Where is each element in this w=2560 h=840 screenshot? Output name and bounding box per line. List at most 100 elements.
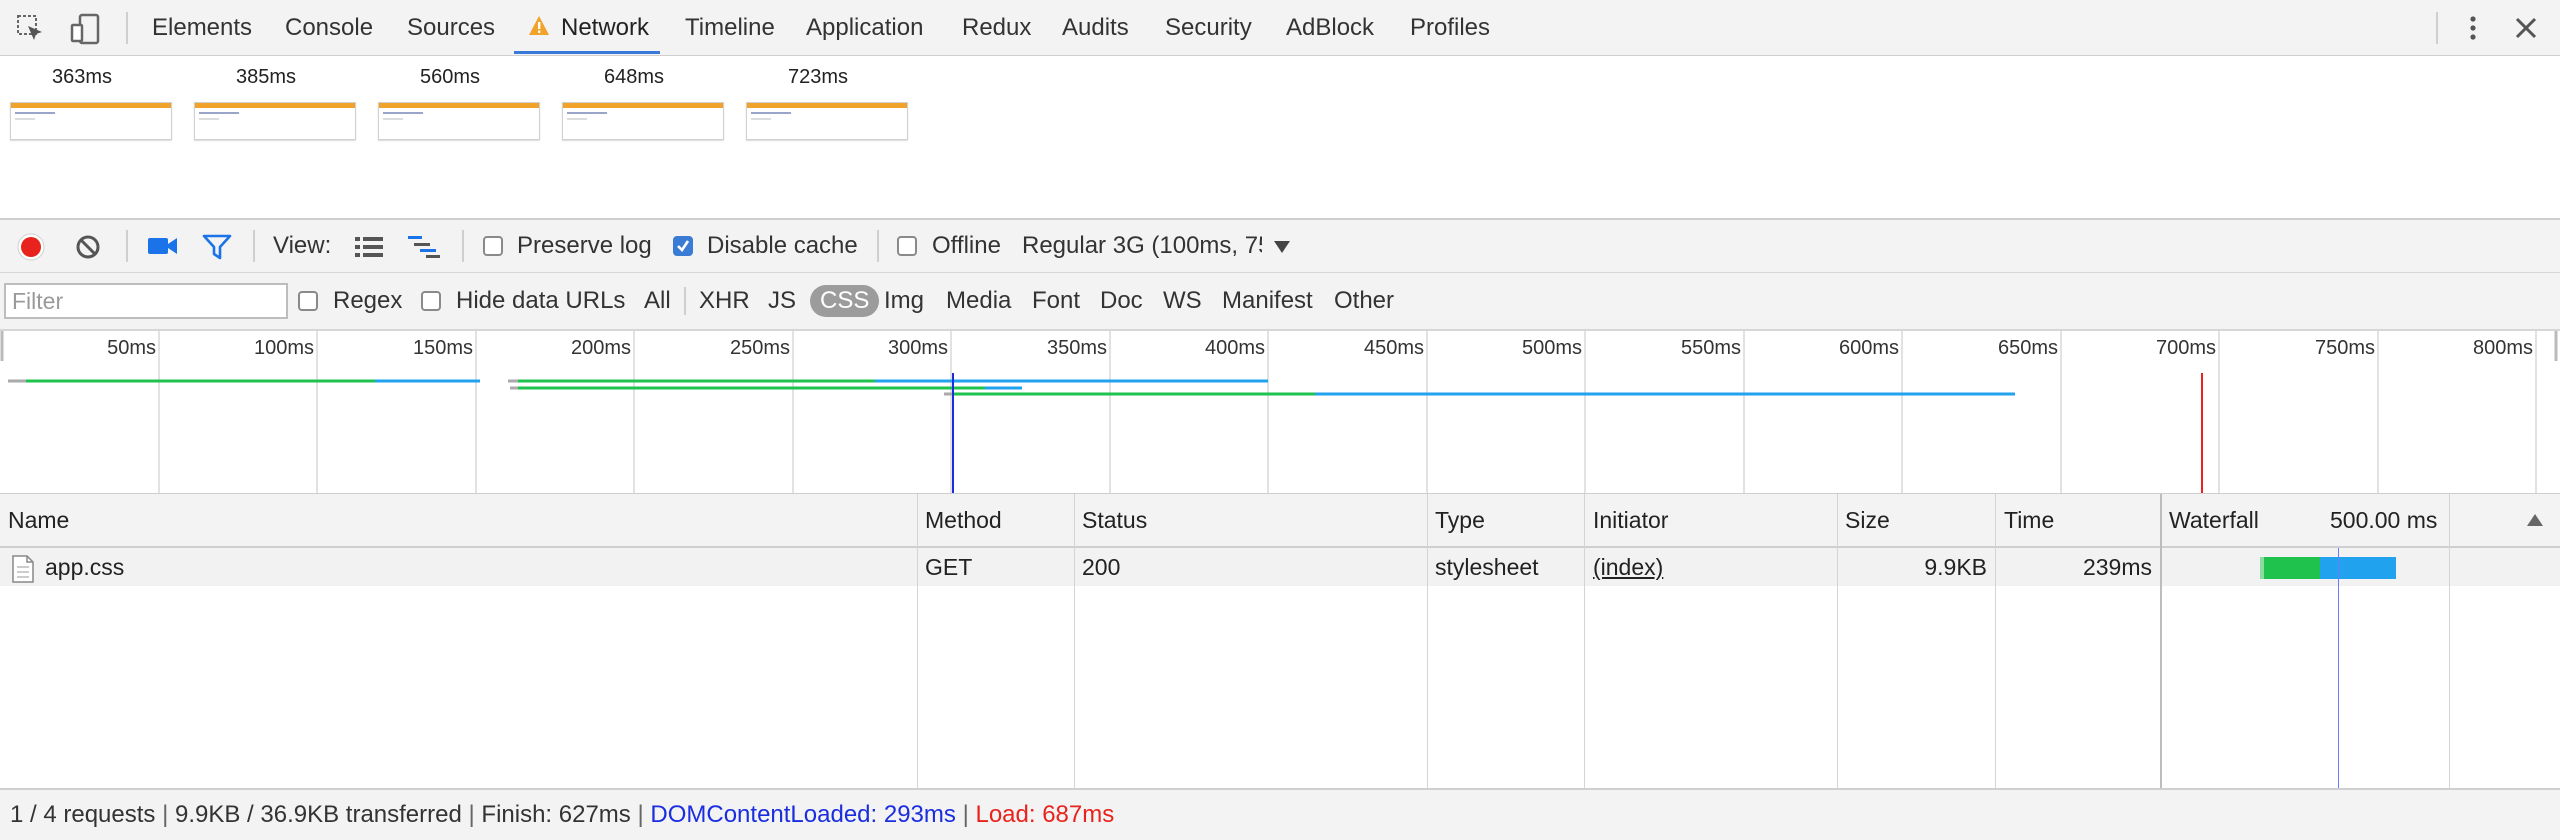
waterfall-scale-label: 500.00 ms	[2330, 507, 2438, 533]
waterfall-bar-download[interactable]	[2320, 557, 2396, 579]
column-header-initiator[interactable]: Initiator	[1593, 494, 1668, 546]
sort-ascending-icon[interactable]	[2526, 513, 2544, 527]
file-icon	[12, 555, 34, 583]
dom-content-loaded-time: DOMContentLoaded: 293ms	[650, 801, 956, 828]
requests-count: 1 / 4 requests	[10, 801, 156, 828]
view-label: View:	[273, 232, 332, 259]
tick-label: 200ms	[570, 337, 631, 359]
active-tab-indicator	[514, 51, 660, 54]
tab-profiles[interactable]: Profiles	[1410, 0, 1490, 55]
toolbar-separator	[462, 230, 464, 262]
finish-time: Finish: 627ms	[481, 801, 631, 828]
preserve-log-label[interactable]: Preserve log	[517, 220, 652, 272]
toolbar-separator	[877, 230, 879, 262]
frame-time: 363ms	[51, 66, 113, 88]
tab-audits[interactable]: Audits	[1062, 0, 1129, 55]
tab-application[interactable]: Application	[806, 0, 923, 55]
tab-console[interactable]: Console	[285, 0, 373, 55]
capture-screenshots-icon[interactable]	[148, 236, 178, 256]
regex-label[interactable]: Regex	[333, 273, 402, 329]
type-filter-css[interactable]: CSS	[810, 285, 880, 317]
frame-thumbnail[interactable]	[10, 102, 172, 140]
column-header-waterfall[interactable]: Waterfall	[2169, 494, 2259, 546]
filter-input[interactable]	[4, 283, 288, 319]
type-filter-img[interactable]: Img	[884, 273, 924, 329]
request-initiator-link[interactable]: (index)	[1593, 548, 1663, 586]
hide-data-urls-label[interactable]: Hide data URLs	[456, 273, 625, 329]
tab-timeline[interactable]: Timeline	[685, 0, 775, 55]
filter-bar: Regex Hide data URLs All XHR JS CSS Img …	[0, 273, 2560, 331]
disable-cache-label[interactable]: Disable cache	[707, 220, 858, 272]
column-divider	[2160, 494, 2162, 788]
throttling-select[interactable]: Regular 3G (100ms, 75	[1022, 220, 1262, 272]
frame-thumbnail[interactable]	[194, 102, 356, 140]
tab-adblock[interactable]: AdBlock	[1286, 0, 1374, 55]
large-rows-icon[interactable]	[355, 236, 383, 258]
column-divider	[917, 494, 918, 788]
column-header-name[interactable]: Name	[8, 494, 69, 546]
overview-waterfall-icon[interactable]	[408, 235, 440, 259]
tab-network[interactable]: Network	[561, 0, 649, 55]
frame-thumbnail[interactable]	[562, 102, 724, 140]
network-summary-bar: 1 / 4 requests | 9.9KB / 36.9KB transfer…	[0, 788, 2560, 840]
column-header-time[interactable]: Time	[2004, 494, 2054, 546]
column-header-status[interactable]: Status	[1082, 494, 1147, 546]
tick-label: 300ms	[887, 337, 948, 359]
record-button[interactable]	[17, 233, 45, 261]
offline-checkbox[interactable]	[897, 236, 917, 256]
waterfall-bar-waiting[interactable]	[2264, 557, 2320, 579]
more-options-icon[interactable]	[2463, 14, 2483, 42]
disable-cache-checkbox[interactable]	[673, 236, 693, 256]
request-size: 9.9KB	[1924, 554, 1987, 580]
column-header-method[interactable]: Method	[925, 494, 1002, 546]
screenshots-filmstrip: 363ms 385ms 560ms 648ms 723ms	[0, 56, 2560, 220]
devtools-tab-bar: Elements Console Sources Network Timelin…	[0, 0, 2560, 57]
type-filter-js[interactable]: JS	[768, 273, 796, 329]
tick-label: 350ms	[1046, 337, 1107, 359]
tab-redux[interactable]: Redux	[962, 0, 1031, 55]
transferred-size: 9.9KB / 36.9KB transferred	[175, 801, 462, 828]
request-name[interactable]: app.css	[45, 548, 124, 586]
hide-data-urls-checkbox[interactable]	[421, 291, 441, 311]
device-mode-icon[interactable]	[70, 13, 104, 45]
filter-separator	[684, 287, 686, 315]
tick-label: 700ms	[2155, 337, 2216, 359]
type-filter-font[interactable]: Font	[1032, 273, 1080, 329]
frame-thumbnail[interactable]	[378, 102, 540, 140]
type-filter-xhr[interactable]: XHR	[699, 273, 750, 329]
filter-icon[interactable]	[202, 234, 232, 260]
column-divider	[1427, 494, 1428, 788]
column-divider	[1995, 494, 1996, 788]
frame-time: 723ms	[787, 66, 849, 88]
tick-label: 250ms	[729, 337, 790, 359]
waterfall-gridline	[2449, 494, 2450, 788]
tick-label: 550ms	[1680, 337, 1741, 359]
tick-label: 150ms	[412, 337, 473, 359]
network-overview[interactable]: 50ms 100ms 150ms 200ms 250ms 300ms 350ms…	[0, 331, 2560, 495]
column-header-type[interactable]: Type	[1435, 494, 1485, 546]
requests-table: Name Method Status Type Initiator Size T…	[0, 494, 2560, 788]
regex-checkbox[interactable]	[298, 291, 318, 311]
tab-sources[interactable]: Sources	[407, 0, 495, 55]
tick-label: 500ms	[1521, 337, 1582, 359]
frame-thumbnail[interactable]	[746, 102, 908, 140]
table-row[interactable]	[0, 548, 2560, 586]
overview-tick-labels: 50ms 100ms 150ms 200ms 250ms 300ms 350ms…	[0, 331, 2560, 361]
close-icon[interactable]	[2514, 16, 2538, 40]
type-filter-all[interactable]: All	[644, 273, 671, 329]
offline-label[interactable]: Offline	[932, 220, 1001, 272]
type-filter-manifest[interactable]: Manifest	[1222, 273, 1313, 329]
tab-elements[interactable]: Elements	[152, 0, 252, 55]
type-filter-doc[interactable]: Doc	[1100, 273, 1143, 329]
network-toolbar: View: Preserve log Disable cache Offline…	[0, 220, 2560, 274]
load-time: Load: 687ms	[975, 801, 1115, 828]
inspect-element-icon[interactable]	[16, 14, 46, 44]
clear-button[interactable]	[75, 234, 101, 260]
dropdown-arrow-icon[interactable]	[1273, 240, 1291, 254]
type-filter-other[interactable]: Other	[1334, 273, 1394, 329]
tab-security[interactable]: Security	[1165, 0, 1252, 55]
column-header-size[interactable]: Size	[1845, 494, 1890, 546]
preserve-log-checkbox[interactable]	[483, 236, 503, 256]
type-filter-ws[interactable]: WS	[1163, 273, 1202, 329]
type-filter-media[interactable]: Media	[946, 273, 1011, 329]
